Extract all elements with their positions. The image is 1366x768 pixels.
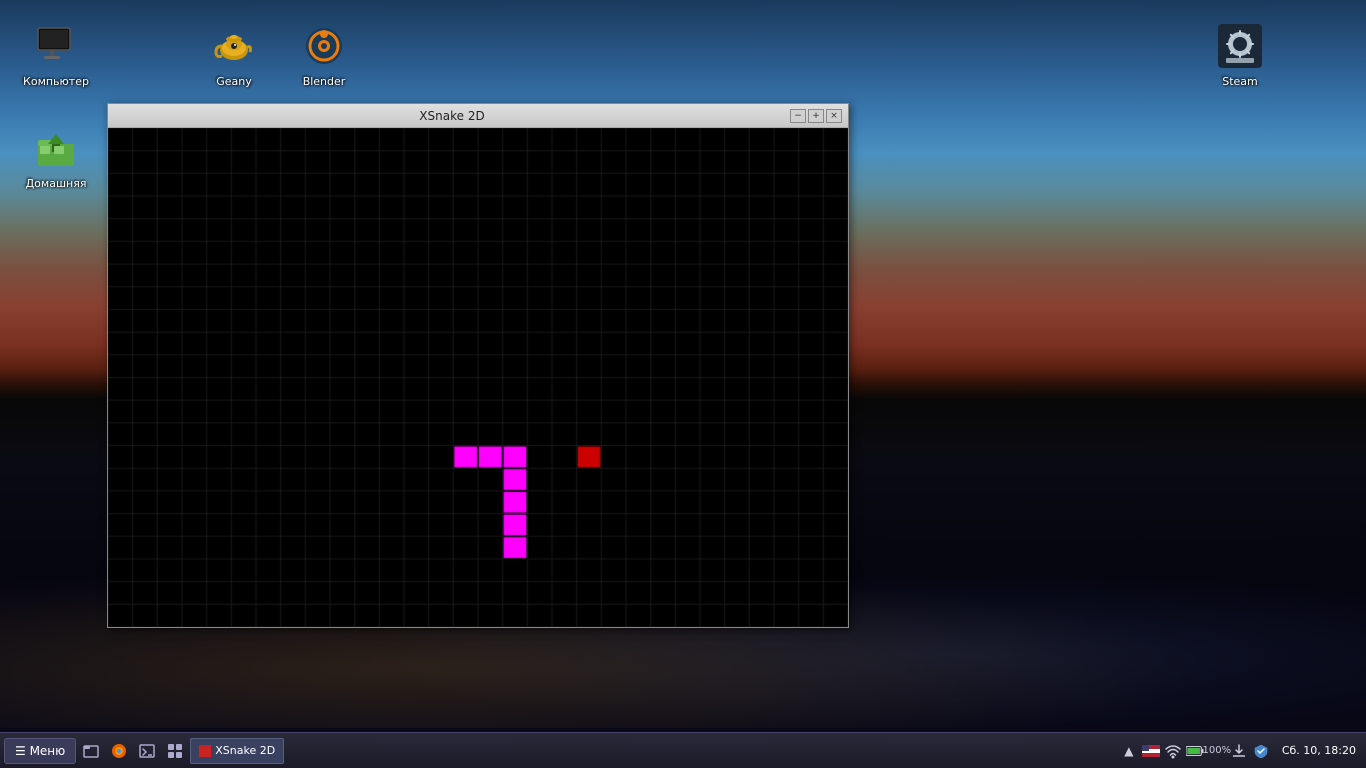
- tray-flag-icon[interactable]: [1142, 742, 1160, 760]
- steam-icon-label: Steam: [1219, 74, 1261, 90]
- geany-icon-label: Geany: [213, 74, 255, 90]
- window-maximize-button[interactable]: +: [808, 109, 824, 123]
- taskbar: ☰ Меню: [0, 732, 1366, 768]
- tray-wifi-icon[interactable]: [1164, 742, 1182, 760]
- tray-battery-label: 100%: [1208, 742, 1226, 760]
- app-indicator-icon: [199, 745, 211, 757]
- taskbar-clock: Сб. 10, 18:20: [1276, 744, 1362, 757]
- tray-shield-icon[interactable]: [1252, 742, 1270, 760]
- snake-game-canvas[interactable]: [108, 128, 848, 627]
- desktop-icon-home[interactable]: Домашняя: [20, 120, 92, 196]
- xsnake-window: XSnake 2D − + ×: [107, 103, 849, 628]
- computer-icon-label: Компьютер: [20, 74, 92, 90]
- tray-arrow-icon[interactable]: ▲: [1120, 742, 1138, 760]
- taskbar-firefox-button[interactable]: [106, 738, 132, 764]
- window-minimize-button[interactable]: −: [790, 109, 806, 123]
- desktop: Компьютер Geany: [0, 0, 1366, 768]
- desktop-icon-computer[interactable]: Компьютер: [20, 18, 92, 94]
- window-titlebar[interactable]: XSnake 2D − + ×: [108, 104, 848, 128]
- home-icon-label: Домашняя: [23, 176, 90, 192]
- taskbar-app-label: XSnake 2D: [215, 744, 275, 757]
- taskbar-extra-button[interactable]: [162, 738, 188, 764]
- window-title: XSnake 2D: [114, 109, 790, 123]
- steam-icon-img: [1216, 22, 1264, 70]
- taskbar-xsnake-app[interactable]: XSnake 2D: [190, 738, 284, 764]
- window-controls: − + ×: [790, 109, 842, 123]
- computer-icon-img: [32, 22, 80, 70]
- tray-download-icon[interactable]: [1230, 742, 1248, 760]
- taskbar-menu-button[interactable]: ☰ Меню: [4, 738, 76, 764]
- geany-icon-img: [210, 22, 258, 70]
- blender-icon-img: [300, 22, 348, 70]
- desktop-icon-steam[interactable]: Steam: [1204, 18, 1276, 94]
- taskbar-tray: ▲: [1116, 742, 1274, 760]
- blender-icon-label: Blender: [300, 74, 349, 90]
- desktop-icon-blender[interactable]: Blender: [288, 18, 360, 94]
- taskbar-files-button[interactable]: [78, 738, 104, 764]
- desktop-icon-geany[interactable]: Geany: [198, 18, 270, 94]
- home-icon-img: [32, 124, 80, 172]
- window-close-button[interactable]: ×: [826, 109, 842, 123]
- taskbar-terminal-button[interactable]: [134, 738, 160, 764]
- tray-battery-icon[interactable]: [1186, 742, 1204, 760]
- window-content: [108, 128, 848, 627]
